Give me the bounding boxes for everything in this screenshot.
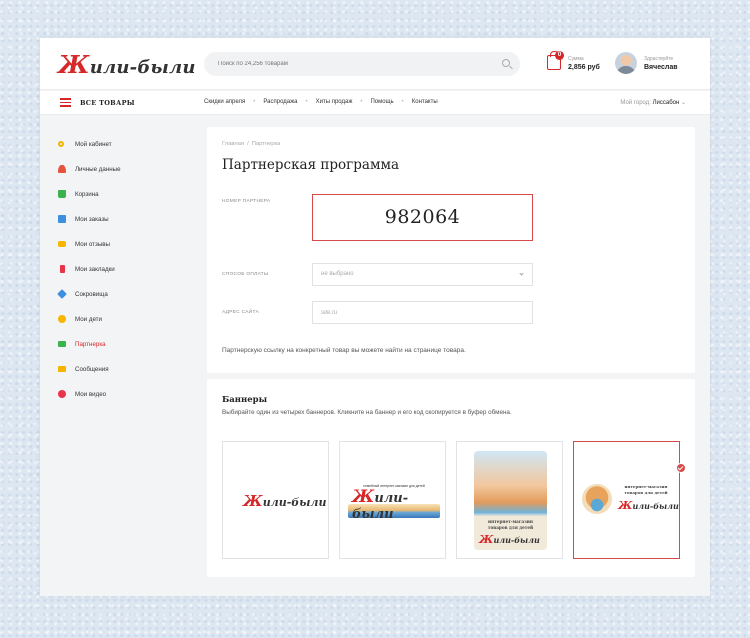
partner-number[interactable]: 982064 xyxy=(312,194,533,241)
page-title: Партнерская программа xyxy=(222,157,399,173)
nav-separator: • xyxy=(401,99,404,105)
sidebar-item-reviews[interactable]: Мои отзывы xyxy=(58,237,110,251)
nav-separator: • xyxy=(305,99,308,105)
partner-card: Главная / Партнерка Партнерская программа … xyxy=(207,127,695,373)
sidebar-item-label: Мой кабинет xyxy=(75,140,112,148)
all-goods-button[interactable]: ВСЕ ТОВАРЫ xyxy=(80,99,135,107)
banner-castle-image xyxy=(582,484,612,514)
banner-logo: Жили-были xyxy=(618,499,679,512)
sidebar-item-orders[interactable]: Мои заказы xyxy=(58,212,109,226)
site-logo[interactable]: Жили-были xyxy=(58,50,196,79)
sidebar-item-label: Мои закладки xyxy=(75,265,115,273)
banner-option-1[interactable]: Жили-были xyxy=(222,441,329,559)
sidebar-item-videos[interactable]: Мои видео xyxy=(58,387,106,401)
breadcrumb-separator: / xyxy=(247,141,249,147)
sidebar-item-label: Личные данные xyxy=(75,165,121,173)
user-name[interactable]: Вячеслав xyxy=(644,64,678,71)
site-address-label: АДРЕС САЙТА xyxy=(222,310,260,315)
bag-icon xyxy=(58,190,66,198)
banner-text: интернет-магазин товаров для детей xyxy=(624,484,668,495)
payment-method-label: СПОСОБ ОПЛАТЫ xyxy=(222,272,269,277)
key-icon xyxy=(58,141,64,147)
logo-text: или-были xyxy=(89,57,196,78)
page-frame: Жили-были 0 Сумма 2,856 руб Здраствуйте … xyxy=(40,38,710,596)
chevron-down-icon xyxy=(519,271,524,276)
orders-icon xyxy=(58,215,66,223)
breadcrumb-current: Партнерка xyxy=(251,141,281,147)
sidebar-item-kids[interactable]: Мои дети xyxy=(58,312,102,326)
banner-option-4[interactable]: интернет-магазин товаров для детей Жили-… xyxy=(573,441,680,559)
partner-number-label: НОМЕР ПАРТНЕРА xyxy=(222,199,271,204)
kids-icon xyxy=(58,315,66,323)
header: Жили-были 0 Сумма 2,856 руб Здраствуйте … xyxy=(40,38,710,90)
nav-separator: • xyxy=(360,99,363,105)
site-address-input[interactable] xyxy=(312,301,533,324)
search-input[interactable] xyxy=(204,52,520,76)
nav-links: Скидки апреля • Распродажа • Хиты продаж… xyxy=(204,99,446,105)
partner-link-info: Партнерскую ссылку на конкретный товар в… xyxy=(222,347,466,354)
payment-method-value: не выбрано xyxy=(321,271,354,277)
menu-icon[interactable] xyxy=(60,98,71,107)
sidebar-item-label: Корзина xyxy=(75,190,99,198)
sidebar-item-label: Сообщения xyxy=(75,365,109,373)
sidebar-item-personal-data[interactable]: Личные данные xyxy=(58,162,121,176)
sidebar-item-label: Мои отзывы xyxy=(75,240,110,248)
search-icon[interactable] xyxy=(502,59,510,67)
sidebar-item-messages[interactable]: Сообщения xyxy=(58,362,109,376)
banner-option-2[interactable]: семейный интернет-магазин для детей Жили… xyxy=(339,441,446,559)
nav-link-clearance[interactable]: Распродажа xyxy=(263,99,297,105)
logo-initial: Ж xyxy=(58,50,90,79)
sidebar-item-label: Мои заказы xyxy=(75,215,109,223)
nav-link-bestsellers[interactable]: Хиты продаж xyxy=(316,99,353,105)
nav-link-sale-april[interactable]: Скидки апреля xyxy=(204,99,245,105)
banner-logo: Жили-были xyxy=(243,492,327,510)
nav-link-help[interactable]: Помощь xyxy=(370,99,393,105)
greeting-label: Здраствуйте xyxy=(644,56,674,62)
banners-title: Баннеры xyxy=(222,395,268,405)
diamond-icon xyxy=(57,289,67,299)
user-icon xyxy=(58,165,66,173)
banners-description: Выбирайте один из четырех баннеров. Клик… xyxy=(222,409,512,416)
breadcrumb: Главная / Партнерка xyxy=(222,141,280,147)
sum-label: Сумма xyxy=(568,56,584,62)
top-nav: ВСЕ ТОВАРЫ Скидки апреля • Распродажа • … xyxy=(40,91,710,115)
cart-count-badge: 0 xyxy=(555,51,564,60)
mail-icon xyxy=(58,366,66,372)
sidebar-item-cart[interactable]: Корзина xyxy=(58,187,99,201)
payment-method-select[interactable]: не выбрано xyxy=(312,263,533,286)
sidebar-item-label: Мои видео xyxy=(75,390,107,398)
nav-separator: • xyxy=(253,99,256,105)
banner-text: интернет-магазин товаров для детей xyxy=(487,519,534,530)
banner-logo: Жили-были xyxy=(352,487,409,522)
chevron-down-icon: ⌄ xyxy=(680,100,686,106)
avatar[interactable] xyxy=(615,52,637,74)
comment-icon xyxy=(58,241,66,247)
sidebar-item-label: Мои дети xyxy=(75,315,102,323)
city-selector[interactable]: Мой город: Лиссабон ⌄ xyxy=(620,99,686,106)
sidebar-item-label: Партнерка xyxy=(75,340,106,348)
city-label: Мой город: xyxy=(620,100,651,106)
city-name: Лиссабон xyxy=(652,100,680,106)
check-icon xyxy=(676,463,686,473)
banner-logo: Жили-были xyxy=(479,533,540,546)
sidebar-item-treasures[interactable]: Сокровища xyxy=(57,287,108,301)
nav-link-contacts[interactable]: Контакты xyxy=(412,99,438,105)
sidebar-item-label: Сокровища xyxy=(75,290,108,298)
banners-card: Баннеры Выбирайте один из четырех баннер… xyxy=(207,379,695,577)
sidebar-item-bookmarks[interactable]: Мои закладки xyxy=(58,262,115,276)
breadcrumb-home[interactable]: Главная xyxy=(222,141,244,147)
sidebar-item-cabinet[interactable]: Мой кабинет xyxy=(58,137,112,151)
bookmark-icon xyxy=(59,265,65,273)
video-icon xyxy=(58,390,66,398)
sum-value: 2,856 руб xyxy=(568,64,600,71)
sidebar-item-partner[interactable]: Партнерка xyxy=(58,337,106,351)
banner-option-3[interactable]: интернет-магазин товаров для детей Жили-… xyxy=(456,441,563,559)
partner-icon xyxy=(58,341,66,347)
